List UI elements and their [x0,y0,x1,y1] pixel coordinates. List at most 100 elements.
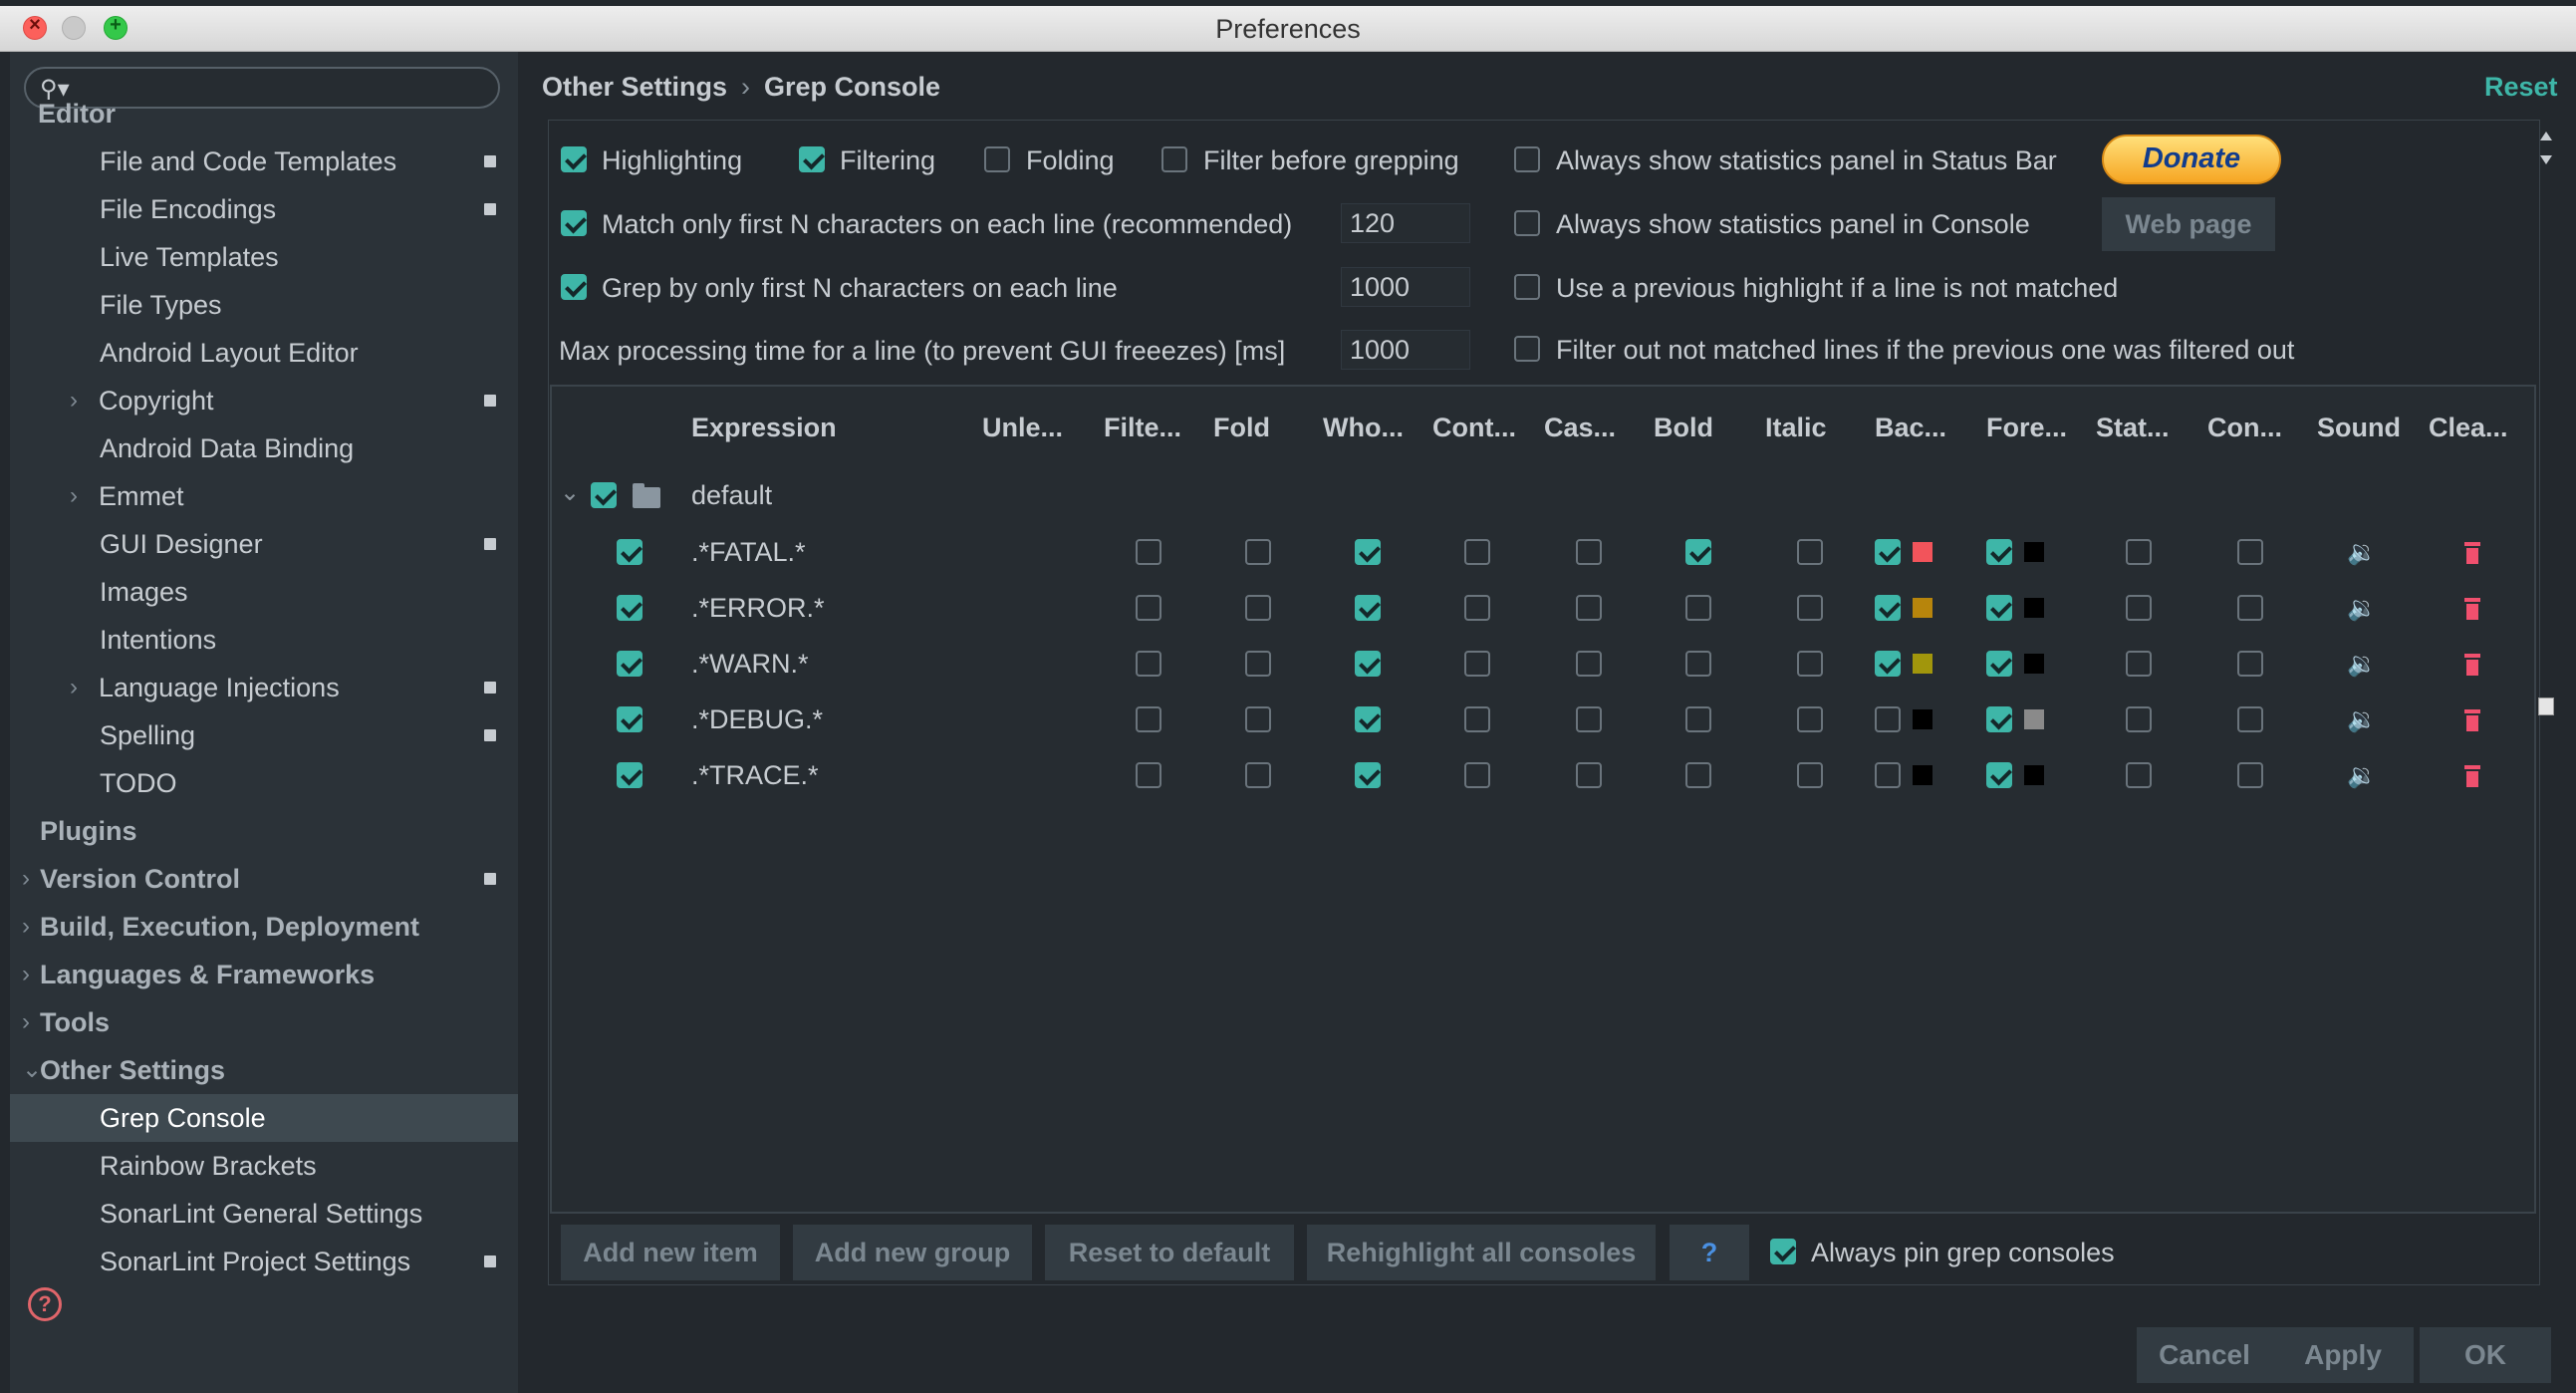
row-fold-checkbox[interactable] [1245,595,1271,621]
row-fold-checkbox[interactable] [1245,539,1271,565]
col-console[interactable]: Con... [2207,413,2282,443]
stats-console-checkbox[interactable] [1514,210,1540,236]
sidebar-item-editor[interactable]: Editor [10,90,518,138]
trash-icon[interactable] [2464,654,2480,676]
row-foreground-color-swatch[interactable] [2024,765,2044,785]
row-background-checkbox[interactable] [1875,762,1901,788]
sidebar-item-build-execution-deployment[interactable]: Build, Execution, Deployment › [10,903,518,951]
row-cont-checkbox[interactable] [1464,762,1490,788]
chevron-right-icon[interactable]: › [22,998,30,1046]
row-fold-checkbox[interactable] [1245,706,1271,732]
row-cont-checkbox[interactable] [1464,651,1490,677]
match-first-n-checkbox[interactable] [561,210,587,236]
col-continue[interactable]: Cont... [1432,413,1516,443]
row-con-checkbox[interactable] [2237,706,2263,732]
apply-button[interactable]: Apply [2272,1327,2414,1383]
chevron-right-icon[interactable]: › [70,664,78,711]
row-expression[interactable]: .*WARN.* [691,649,809,680]
group-expand-chevron-icon[interactable]: ⌄ [560,478,580,507]
col-bold[interactable]: Bold [1654,413,1713,443]
row-whole-checkbox[interactable] [1355,539,1381,565]
col-background[interactable]: Bac... [1875,413,1946,443]
rehighlight-all-consoles-button[interactable]: Rehighlight all consoles [1307,1225,1656,1280]
row-whole-checkbox[interactable] [1355,595,1381,621]
cancel-button[interactable]: Cancel [2137,1327,2272,1383]
row-whole-checkbox[interactable] [1355,762,1381,788]
row-enabled-checkbox[interactable] [617,651,643,677]
chevron-down-icon[interactable]: ⌄ [22,1046,42,1094]
row-background-checkbox[interactable] [1875,651,1901,677]
sidebar-item-file-encodings[interactable]: File Encodings [10,185,518,233]
row-expression[interactable]: .*ERROR.* [691,593,825,624]
sidebar-item-plugins[interactable]: Plugins [10,807,518,855]
row-foreground-color-swatch[interactable] [2024,542,2044,562]
row-foreground-checkbox[interactable] [1986,539,2012,565]
row-bold-checkbox[interactable] [1685,539,1711,565]
row-case-checkbox[interactable] [1576,595,1602,621]
chevron-right-icon[interactable]: › [22,951,30,998]
row-foreground-checkbox[interactable] [1986,706,2012,732]
col-expression[interactable]: Expression [691,413,837,443]
sidebar-item-grep-console[interactable]: Grep Console [10,1094,518,1142]
row-background-checkbox[interactable] [1875,595,1901,621]
stats-status-bar-checkbox[interactable] [1514,146,1540,172]
chevron-right-icon[interactable]: › [22,903,30,951]
col-foreground[interactable]: Fore... [1986,413,2067,443]
col-clear[interactable]: Clea... [2429,413,2508,443]
sidebar-item-android-data-binding[interactable]: Android Data Binding [10,424,518,472]
row-foreground-checkbox[interactable] [1986,595,2012,621]
row-expression[interactable]: .*TRACE.* [691,760,819,791]
sidebar-item-copyright[interactable]: Copyright › [10,377,518,424]
filter-before-grepping-checkbox[interactable] [1161,146,1187,172]
col-statistics[interactable]: Stat... [2096,413,2170,443]
col-fold[interactable]: Fold [1213,413,1270,443]
help-icon[interactable]: ? [28,1287,62,1321]
row-filter-checkbox[interactable] [1136,762,1161,788]
expressions-table[interactable] [550,385,2536,1214]
row-filter-checkbox[interactable] [1136,595,1161,621]
filtering-checkbox[interactable] [799,146,825,172]
row-italic-checkbox[interactable] [1797,651,1823,677]
row-filter-checkbox[interactable] [1136,706,1161,732]
trash-icon[interactable] [2464,598,2480,620]
row-enabled-checkbox[interactable] [617,539,643,565]
trash-icon[interactable] [2464,765,2480,787]
row-cont-checkbox[interactable] [1464,706,1490,732]
row-cont-checkbox[interactable] [1464,595,1490,621]
sidebar-item-other-settings[interactable]: Other Settings ⌄ [10,1046,518,1094]
row-con-checkbox[interactable] [2237,762,2263,788]
chevron-right-icon[interactable]: › [70,472,78,520]
speaker-icon[interactable]: 🔉 [2347,761,2377,789]
add-new-item-button[interactable]: Add new item [561,1225,780,1280]
row-enabled-checkbox[interactable] [617,706,643,732]
grep-first-n-input[interactable]: 1000 [1341,267,1470,307]
chevron-right-icon[interactable]: › [70,377,78,424]
sidebar-item-images[interactable]: Images [10,568,518,616]
reset-link[interactable]: Reset [2484,72,2558,103]
row-stat-checkbox[interactable] [2126,651,2152,677]
sidebar-item-language-injections[interactable]: Language Injections › [10,664,518,711]
row-stat-checkbox[interactable] [2126,595,2152,621]
speaker-icon[interactable]: 🔉 [2347,594,2377,622]
row-bold-checkbox[interactable] [1685,706,1711,732]
row-con-checkbox[interactable] [2237,651,2263,677]
resize-handle[interactable] [2538,697,2554,715]
filter-out-unmatched-checkbox[interactable] [1514,336,1540,362]
help-question-button[interactable]: ? [1670,1225,1749,1280]
row-con-checkbox[interactable] [2237,539,2263,565]
row-bold-checkbox[interactable] [1685,595,1711,621]
speaker-icon[interactable]: 🔉 [2347,650,2377,678]
row-stat-checkbox[interactable] [2126,706,2152,732]
sidebar-item-file-types[interactable]: File Types [10,281,518,329]
row-foreground-checkbox[interactable] [1986,762,2012,788]
web-page-button[interactable]: Web page [2102,197,2275,251]
breadcrumb-parent[interactable]: Other Settings [542,72,727,102]
trash-icon[interactable] [2464,709,2480,731]
row-enabled-checkbox[interactable] [617,595,643,621]
row-fold-checkbox[interactable] [1245,651,1271,677]
sidebar-item-languages-frameworks[interactable]: Languages & Frameworks › [10,951,518,998]
sidebar-item-file-and-code-templates[interactable]: File and Code Templates [10,138,518,185]
row-expression[interactable]: .*FATAL.* [691,537,806,568]
col-whole-line[interactable]: Who... [1323,413,1404,443]
sidebar-item-rainbow-brackets[interactable]: Rainbow Brackets [10,1142,518,1190]
